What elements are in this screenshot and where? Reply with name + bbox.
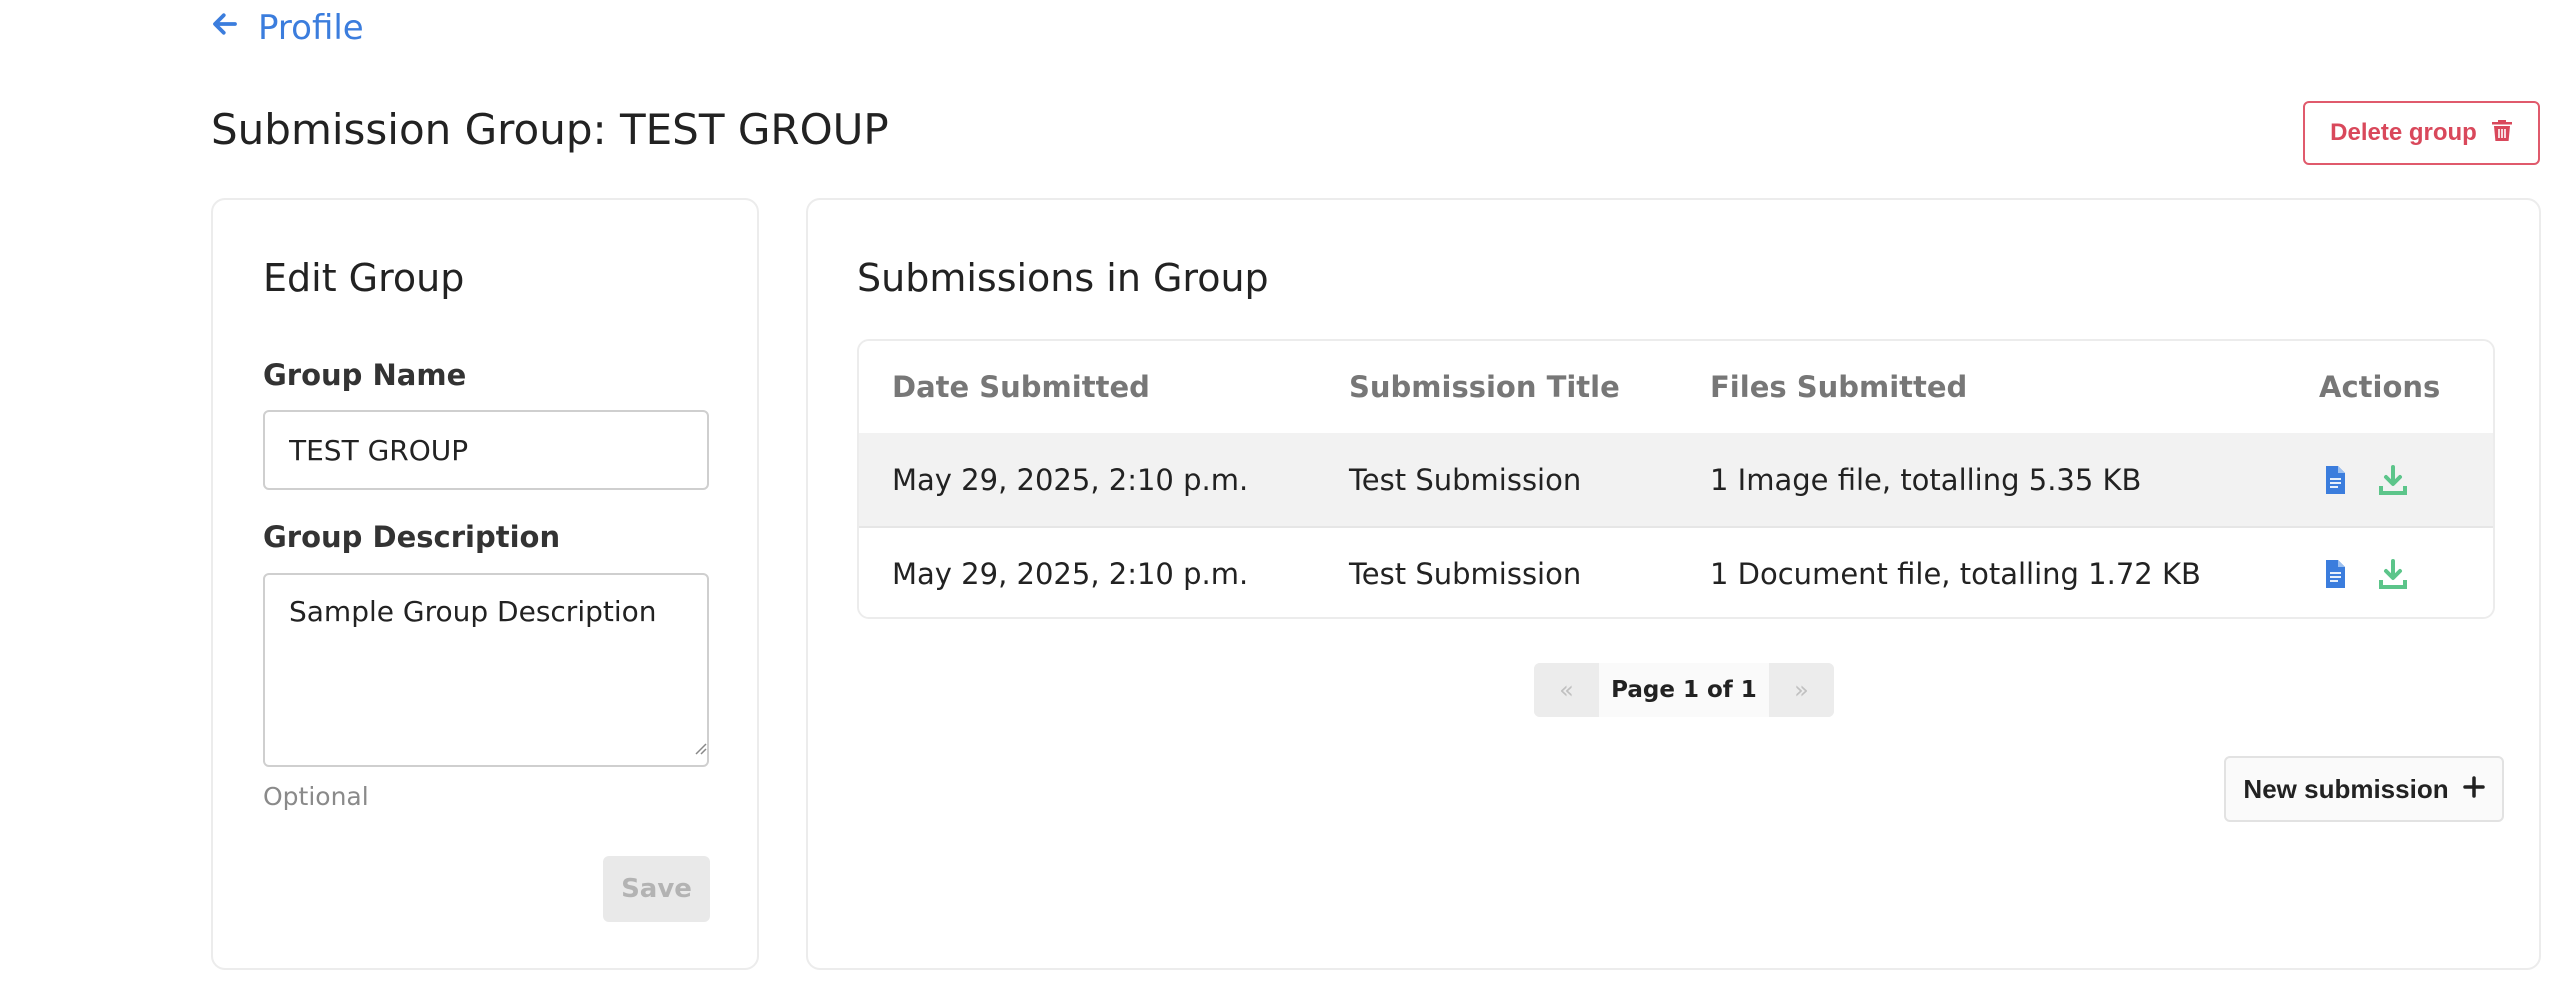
table-row: May 29, 2025, 2:10 p.m. Test Submission …	[859, 433, 2493, 526]
table-row: May 29, 2025, 2:10 p.m. Test Submission …	[859, 526, 2493, 617]
file-text-icon[interactable]	[2319, 558, 2351, 590]
group-description-label: Group Description	[263, 520, 561, 554]
plus-icon	[2462, 774, 2485, 805]
pagination: « Page 1 of 1 »	[1534, 663, 1834, 717]
cell-title: Test Submission	[1349, 556, 1582, 591]
cell-actions	[2319, 528, 2409, 617]
description-help-text: Optional	[263, 782, 369, 811]
cell-date: May 29, 2025, 2:10 p.m.	[892, 462, 1249, 497]
arrow-left-icon	[210, 8, 240, 48]
back-link-label: Profile	[258, 8, 364, 48]
edit-group-title: Edit Group	[263, 256, 465, 300]
group-name-input[interactable]	[263, 410, 709, 490]
cell-files: 1 Image file, totalling 5.35 KB	[1710, 462, 2142, 497]
trash-icon	[2491, 118, 2513, 149]
file-text-icon[interactable]	[2319, 464, 2351, 496]
table-header-row: Date Submitted Submission Title Files Su…	[859, 341, 2493, 433]
cell-date: May 29, 2025, 2:10 p.m.	[892, 556, 1249, 591]
save-button[interactable]: Save	[603, 856, 710, 922]
cell-actions	[2319, 433, 2409, 526]
column-header-actions: Actions	[2319, 370, 2441, 404]
delete-group-button[interactable]: Delete group	[2303, 101, 2540, 165]
group-name-label: Group Name	[263, 358, 467, 392]
resize-grip-icon[interactable]	[693, 740, 707, 755]
pagination-label: Page 1 of 1	[1599, 663, 1769, 717]
pagination-prev-button[interactable]: «	[1534, 663, 1599, 717]
download-icon[interactable]	[2377, 558, 2409, 590]
download-icon[interactable]	[2377, 464, 2409, 496]
new-submission-label: New submission	[2243, 773, 2449, 804]
new-submission-button[interactable]: New submission	[2224, 756, 2504, 822]
group-description-textarea[interactable]: Sample Group Description	[263, 573, 709, 767]
delete-group-label: Delete group	[2330, 119, 2477, 146]
page-title: Submission Group: TEST GROUP	[211, 105, 889, 154]
pagination-next-button[interactable]: »	[1769, 663, 1834, 717]
back-link-profile[interactable]: Profile	[210, 8, 364, 48]
cell-files: 1 Document file, totalling 1.72 KB	[1710, 556, 2201, 591]
submissions-card: Submissions in Group Date Submitted Subm…	[806, 198, 2541, 970]
column-header-title[interactable]: Submission Title	[1349, 341, 1620, 433]
edit-group-card: Edit Group Group Name Group Description …	[211, 198, 759, 970]
submissions-table: Date Submitted Submission Title Files Su…	[857, 339, 2495, 619]
column-header-files[interactable]: Files Submitted	[1710, 341, 1967, 433]
cell-title: Test Submission	[1349, 462, 1582, 497]
submissions-title: Submissions in Group	[857, 256, 1269, 300]
column-header-date[interactable]: Date Submitted	[892, 341, 1150, 433]
